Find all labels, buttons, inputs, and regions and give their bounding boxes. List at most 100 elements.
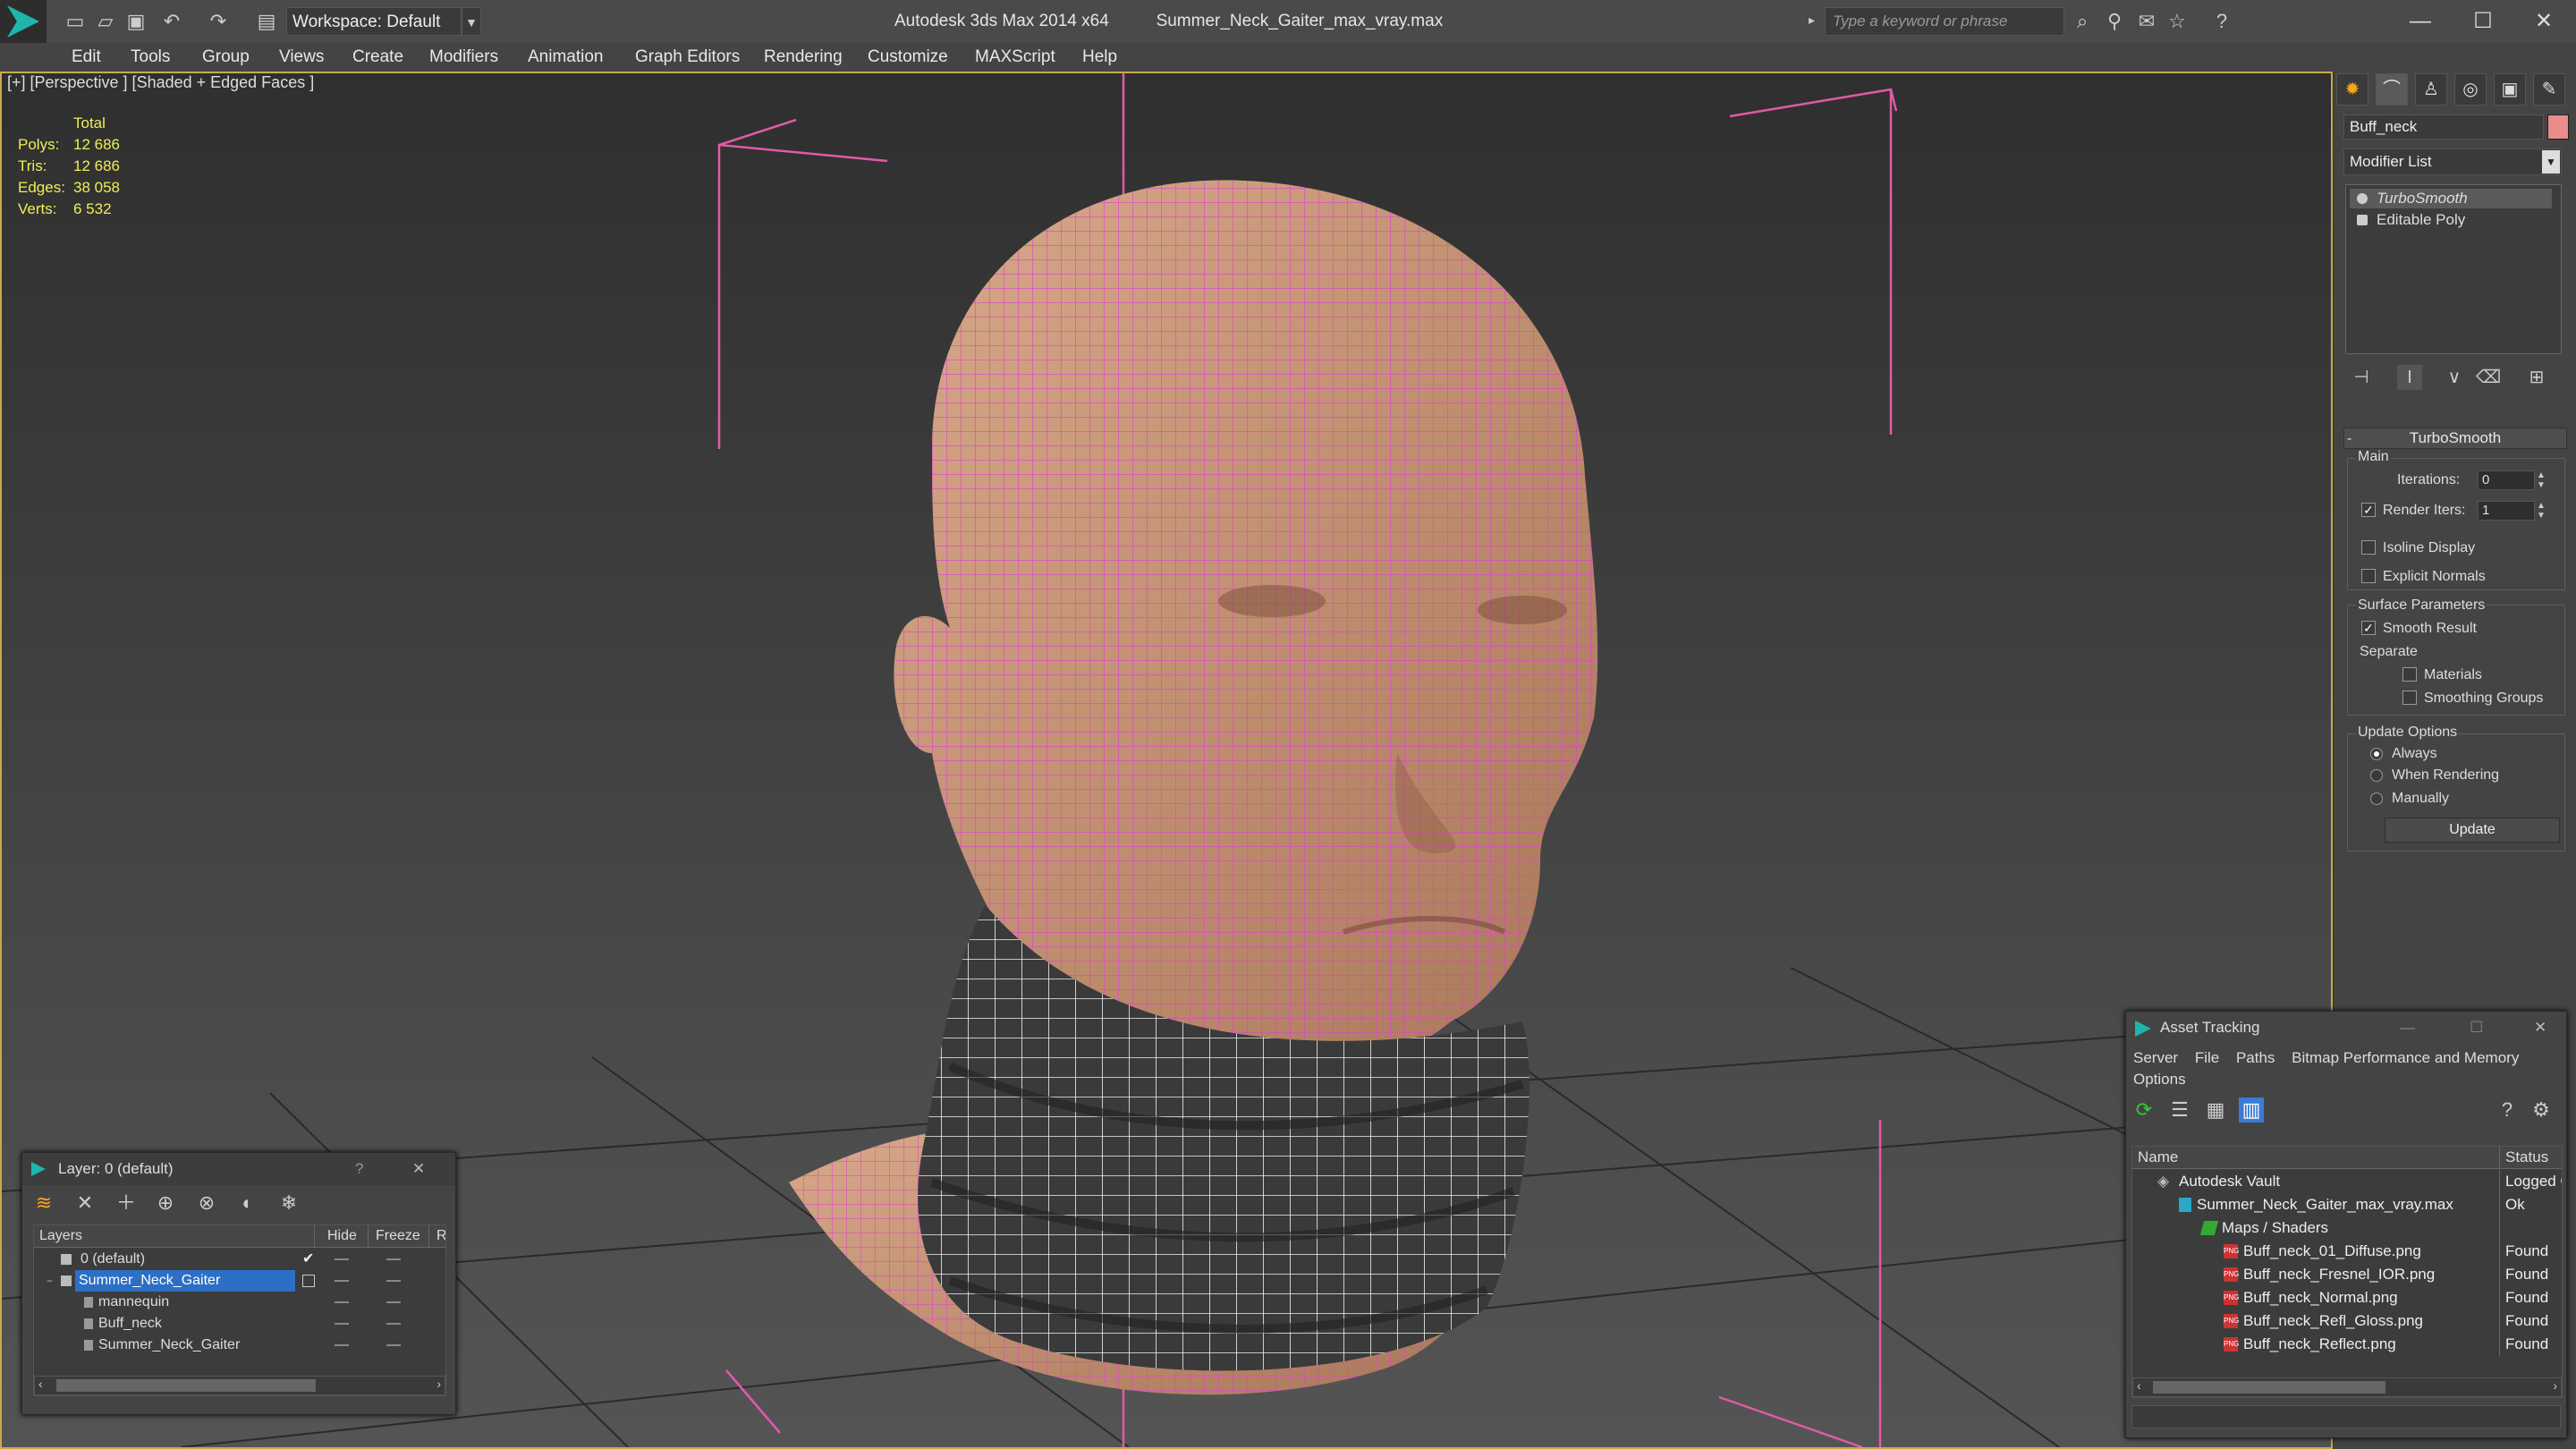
table-view-icon[interactable]: ▥	[2239, 1097, 2264, 1123]
scroll-right-icon[interactable]: ›	[436, 1377, 441, 1391]
close-button[interactable]: ✕	[2517, 4, 2571, 39]
freeze-toggle[interactable]	[386, 1344, 401, 1346]
hierarchy-tab-icon[interactable]: ♙	[2415, 73, 2447, 106]
col-name[interactable]: Name	[2138, 1148, 2178, 1166]
when-rendering-radio[interactable]	[2370, 769, 2383, 782]
asset-dialog-titlebar[interactable]: Asset Tracking — ☐ ✕	[2126, 1012, 2566, 1044]
viewport-label[interactable]: [+] [Perspective ] [Shaded + Edged Faces…	[7, 73, 314, 92]
explicit-normals-checkbox[interactable]	[2361, 569, 2376, 583]
expand-plus-icon[interactable]	[2357, 215, 2368, 225]
search-expand-icon[interactable]: ▸	[1809, 13, 1821, 30]
object-name-field[interactable]: Buff_neck	[2343, 114, 2544, 140]
scroll-left-icon[interactable]: ‹	[38, 1377, 43, 1391]
asset-row-reflect[interactable]: PNG Buff_neck_Reflect.png Found	[2132, 1333, 2562, 1356]
maximize-button[interactable]: ☐	[2456, 4, 2510, 39]
new-file-icon[interactable]: ▭	[63, 9, 88, 34]
menu-group[interactable]: Group	[202, 43, 250, 72]
col-layers[interactable]: Layers	[34, 1225, 315, 1247]
scroll-right-icon[interactable]: ›	[2553, 1378, 2557, 1393]
manually-radio[interactable]	[2370, 792, 2383, 805]
iterations-spinner[interactable]: 0	[2478, 470, 2535, 490]
menu-rendering[interactable]: Rendering	[764, 43, 843, 72]
update-button[interactable]: Update	[2385, 818, 2560, 843]
create-layer-icon[interactable]: ≋	[31, 1191, 56, 1216]
help-icon[interactable]: ?	[2209, 9, 2234, 34]
asset-path-field[interactable]	[2131, 1405, 2561, 1428]
delete-layer-icon[interactable]: ✕	[72, 1191, 97, 1216]
binoculars-icon[interactable]: ⌕	[2070, 9, 2095, 34]
hide-toggle[interactable]	[335, 1258, 349, 1260]
freeze-toggle[interactable]	[386, 1323, 401, 1325]
undo-icon[interactable]: ↶	[159, 9, 184, 34]
asset-row-maps[interactable]: Maps / Shaders	[2132, 1216, 2562, 1240]
menu-server[interactable]: Server	[2133, 1049, 2178, 1066]
minimize-button[interactable]: —	[2394, 4, 2447, 39]
utilities-tab-icon[interactable]: ✎	[2533, 73, 2565, 106]
modify-tab-icon[interactable]: ⌒	[2376, 73, 2408, 106]
smoothing-groups-checkbox[interactable]	[2402, 691, 2417, 705]
hide-all-layers-icon[interactable]: ◐	[235, 1191, 260, 1216]
layer-dialog-titlebar[interactable]: Layer: 0 (default) ? ✕	[22, 1153, 455, 1185]
rollout-collapse-icon[interactable]: -	[2347, 431, 2351, 447]
menu-help[interactable]: Help	[1082, 43, 1117, 72]
object-color-swatch[interactable]	[2547, 114, 2569, 140]
asset-horizontal-scrollbar[interactable]: ‹ ›	[2132, 1377, 2562, 1397]
col-status[interactable]: Status	[2499, 1147, 2548, 1168]
col-render[interactable]: R	[431, 1225, 445, 1247]
scroll-left-icon[interactable]: ‹	[2137, 1378, 2141, 1393]
collapse-icon[interactable]: −	[47, 1270, 53, 1292]
create-tab-icon[interactable]: ✹	[2336, 73, 2368, 106]
chevron-down-icon[interactable]: ▼	[462, 7, 481, 36]
menu-bitmap-performance[interactable]: Bitmap Performance and Memory	[2292, 1049, 2519, 1066]
chevron-down-icon[interactable]: ▼	[2542, 150, 2560, 174]
menu-create[interactable]: Create	[352, 43, 403, 72]
add-to-layer-icon[interactable]: ＋	[114, 1191, 139, 1216]
asset-row-normal[interactable]: PNG Buff_neck_Normal.png Found	[2132, 1286, 2562, 1309]
asset-row-refl-gloss[interactable]: PNG Buff_neck_Refl_Gloss.png Found	[2132, 1309, 2562, 1333]
communication-icon[interactable]: ✉	[2134, 9, 2159, 34]
freeze-all-layers-icon[interactable]: ❄	[276, 1191, 301, 1216]
stack-item-turbosmooth[interactable]: TurboSmooth	[2350, 189, 2552, 208]
lightbulb-icon[interactable]	[2357, 193, 2368, 204]
spinner-arrows-icon[interactable]: ▲ ▼	[2537, 470, 2547, 490]
asset-row-diffuse[interactable]: PNG Buff_neck_01_Diffuse.png Found	[2132, 1240, 2562, 1263]
menu-tools[interactable]: Tools	[131, 43, 170, 72]
configure-modifier-sets-icon[interactable]: ⊞	[2524, 365, 2549, 390]
app-logo-icon[interactable]	[0, 0, 47, 43]
subscription-icon[interactable]: ⚲	[2102, 9, 2127, 34]
workspace-dropdown[interactable]: Workspace: Default	[286, 7, 462, 36]
layer-row-summer-neck-gaiter-object[interactable]: Summer_Neck_Gaiter	[34, 1335, 445, 1356]
select-objects-icon[interactable]: ⊕	[153, 1191, 178, 1216]
stack-item-editable-poly[interactable]: Editable Poly	[2350, 210, 2552, 230]
materials-checkbox[interactable]	[2402, 667, 2417, 682]
render-iters-spinner[interactable]: 1	[2478, 501, 2535, 521]
asset-row-fresnel[interactable]: PNG Buff_neck_Fresnel_IOR.png Found	[2132, 1263, 2562, 1286]
freeze-toggle[interactable]	[386, 1280, 401, 1282]
show-end-result-icon[interactable]: Ι	[2397, 365, 2422, 390]
maximize-icon[interactable]: ☐	[2470, 1012, 2483, 1044]
freeze-toggle[interactable]	[386, 1258, 401, 1260]
search-input[interactable]: Type a keyword or phrase	[1825, 7, 2064, 36]
isoline-display-checkbox[interactable]	[2361, 540, 2376, 555]
current-layer-check-icon[interactable]: ✔	[302, 1249, 314, 1270]
make-unique-icon[interactable]: ∨	[2442, 365, 2467, 390]
always-radio[interactable]	[2370, 748, 2383, 760]
remove-modifier-icon[interactable]: ⌫	[2476, 365, 2501, 390]
menu-views[interactable]: Views	[279, 43, 324, 72]
open-file-icon[interactable]: ▱	[93, 9, 118, 34]
redo-icon[interactable]: ↷	[206, 9, 231, 34]
asset-row-vault[interactable]: ◈ Autodesk Vault Logged Out	[2132, 1170, 2562, 1193]
close-icon[interactable]: ✕	[2534, 1012, 2546, 1044]
hide-toggle[interactable]	[335, 1344, 349, 1346]
hide-toggle[interactable]	[335, 1280, 349, 1282]
col-hide[interactable]: Hide	[322, 1225, 369, 1247]
menu-modifiers[interactable]: Modifiers	[429, 43, 498, 72]
layer-row-mannequin[interactable]: mannequin	[34, 1292, 445, 1313]
smooth-result-checkbox[interactable]: ✓	[2361, 621, 2376, 635]
layer-row-buff-neck[interactable]: Buff_neck	[34, 1313, 445, 1335]
motion-tab-icon[interactable]: ◎	[2454, 73, 2487, 106]
freeze-toggle[interactable]	[386, 1301, 401, 1303]
menu-graph-editors[interactable]: Graph Editors	[635, 43, 740, 72]
turbosmooth-rollout-header[interactable]: TurboSmooth	[2343, 428, 2567, 449]
set-current-checkbox[interactable]	[302, 1275, 315, 1287]
